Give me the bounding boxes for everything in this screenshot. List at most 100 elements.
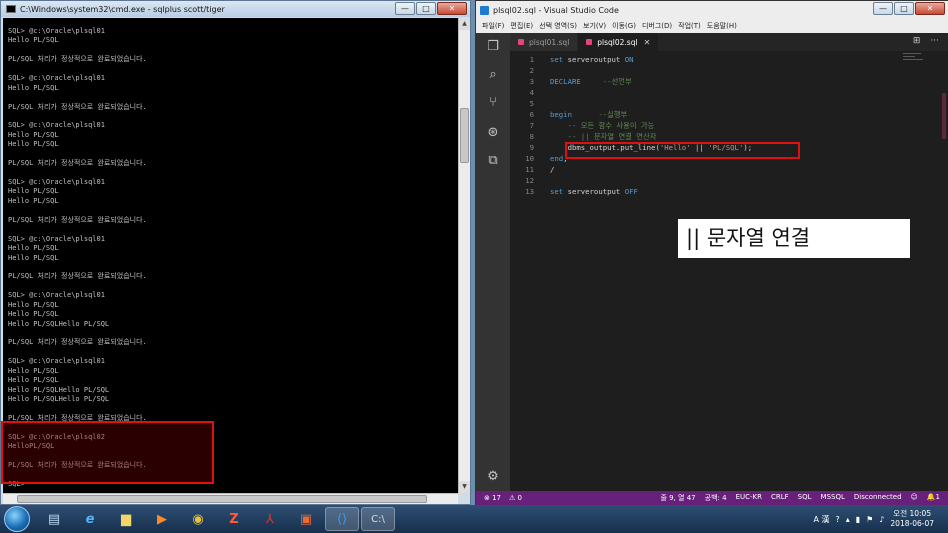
- code-line[interactable]: 4: [510, 87, 910, 98]
- code-line[interactable]: 8 -- || 문자열 연결 연산자: [510, 131, 910, 142]
- scroll-down-arrow-icon[interactable]: ▼: [459, 481, 470, 493]
- tab-plsql01[interactable]: plsql01.sql: [510, 33, 579, 51]
- menu-item[interactable]: 이동(G): [612, 21, 636, 31]
- status-cursor-position[interactable]: 줄 9, 열 47: [660, 493, 695, 503]
- menu-item[interactable]: 작업(T): [678, 21, 701, 31]
- cmd-minimize-button[interactable]: —: [395, 2, 415, 15]
- extensions-icon[interactable]: ⧉: [485, 153, 501, 169]
- line-number: 3: [529, 77, 534, 86]
- feedback-smiley-icon[interactable]: ☺: [911, 493, 918, 503]
- cmd-vertical-scrollbar[interactable]: ▲ ▼: [458, 18, 470, 493]
- vscode-maximize-button[interactable]: □: [894, 2, 914, 15]
- search-icon[interactable]: ⌕: [485, 67, 501, 83]
- console-line: Hello PL/SQL: [8, 310, 59, 319]
- media-player-icon[interactable]: ▶: [145, 507, 179, 531]
- console-line: Hello PL/SQL: [8, 36, 59, 45]
- settings-gear-icon[interactable]: ⚙: [485, 469, 501, 485]
- explorer-libraries-icon[interactable]: ▤: [37, 507, 71, 531]
- console-line: Hello PL/SQLHello PL/SQL: [8, 385, 110, 394]
- status-language[interactable]: SQL: [798, 493, 812, 503]
- source-control-icon[interactable]: ⑂: [485, 95, 501, 111]
- vscode-minimize-button[interactable]: —: [873, 2, 893, 15]
- minimap[interactable]: [903, 53, 929, 67]
- line-number: 1: [529, 55, 534, 64]
- explorer-icon[interactable]: ❐: [485, 39, 501, 55]
- split-editor-icon[interactable]: ⊞: [913, 36, 921, 46]
- desktop: C:\Windows\system32\cmd.exe - sqlplus sc…: [0, 0, 948, 533]
- scroll-up-arrow-icon[interactable]: ▲: [459, 18, 470, 30]
- menu-item[interactable]: 편집(E): [510, 21, 533, 31]
- status-indent[interactable]: 공백: 4: [705, 493, 727, 503]
- tab-close-icon[interactable]: ✕: [644, 38, 651, 47]
- line-number: 9: [529, 143, 534, 152]
- status-db[interactable]: MSSQL: [821, 493, 845, 503]
- menu-item[interactable]: 디버그(D): [642, 21, 672, 31]
- internet-explorer-icon[interactable]: e: [73, 507, 107, 531]
- menu-item[interactable]: 보기(V): [583, 21, 606, 31]
- code-line[interactable]: 3 DECLARE --선언부: [510, 76, 910, 87]
- code-line[interactable]: 5: [510, 98, 910, 109]
- debug-icon[interactable]: ⊛: [485, 125, 501, 141]
- clock[interactable]: 오전 10:05 2018-06-07: [890, 509, 934, 529]
- console-line: Hello PL/SQL: [8, 187, 59, 196]
- slideshow-app-icon[interactable]: ▣: [289, 507, 323, 531]
- vscode-app-icon: [480, 5, 489, 15]
- menu-item[interactable]: 선택 영역(S): [539, 21, 577, 31]
- status-bar: ⊗ 17 ⚠ 0 줄 9, 열 47 공백: 4 EUC-KR CRLF SQL…: [476, 491, 948, 505]
- line-number: 8: [529, 132, 534, 141]
- action-center-flag-icon[interactable]: ⚑: [866, 515, 873, 524]
- code-line[interactable]: 11 /: [510, 164, 910, 175]
- status-connection[interactable]: Disconnected: [854, 493, 902, 503]
- code-editor[interactable]: 1 set serveroutput ON 2 3 DECLARE --선언부 4 5 6 be…: [510, 51, 948, 491]
- code-line[interactable]: 2: [510, 65, 910, 76]
- cmd-taskbar-icon[interactable]: C:\: [361, 507, 395, 531]
- filezilla-icon[interactable]: Z: [217, 507, 251, 531]
- vscode-menubar: 파일(F) 편집(E) 선택 영역(S) 보기(V) 이동(G) 디버그(D) 작업(T) 도…: [476, 19, 948, 33]
- cmd-maximize-button[interactable]: □: [416, 2, 436, 15]
- volume-icon[interactable]: ♪: [879, 515, 884, 524]
- chrome-icon[interactable]: ◉: [181, 507, 215, 531]
- network-icon[interactable]: ▮: [856, 515, 860, 524]
- cmd-titlebar[interactable]: C:\Windows\system32\cmd.exe - sqlplus sc…: [1, 1, 470, 17]
- cmd-horizontal-scrollbar[interactable]: [3, 493, 458, 504]
- show-hidden-icons-icon[interactable]: ▴: [846, 515, 850, 524]
- code-token: -- || 문자열 연결 연산자: [567, 132, 657, 141]
- code-line[interactable]: 1 set serveroutput ON: [510, 54, 910, 65]
- file-explorer-folder-icon[interactable]: ▆: [109, 507, 143, 531]
- menu-item[interactable]: 파일(F): [482, 21, 504, 31]
- editor-scrollbar-marker: [942, 93, 946, 139]
- status-eol[interactable]: CRLF: [771, 493, 789, 503]
- cmd-close-button[interactable]: ✕: [437, 2, 467, 15]
- cmd-title: C:\Windows\system32\cmd.exe - sqlplus sc…: [20, 4, 225, 14]
- acrobat-icon[interactable]: ⅄: [253, 507, 287, 531]
- tab-plsql02[interactable]: plsql02.sql ✕: [578, 33, 660, 51]
- vscode-taskbar-icon[interactable]: ⟨⟩: [325, 507, 359, 531]
- status-encoding[interactable]: EUC-KR: [736, 493, 762, 503]
- status-warnings[interactable]: ⚠ 0: [509, 494, 522, 502]
- console-line: SQL> @c:\Oracle\plsql01: [8, 27, 105, 35]
- clock-date: 2018-06-07: [890, 519, 934, 528]
- vscode-close-button[interactable]: ✕: [915, 2, 945, 15]
- console-line: Hello PL/SQL: [8, 130, 59, 139]
- code-line[interactable]: 6 begin --실행부: [510, 109, 910, 120]
- console-line: SQL> @c:\Oracle\plsql01: [8, 291, 105, 300]
- vscode-titlebar[interactable]: plsql02.sql - Visual Studio Code — □ ✕: [476, 1, 948, 19]
- scroll-thumb[interactable]: [460, 108, 469, 163]
- tab-label: plsql02.sql: [597, 37, 638, 47]
- code-line[interactable]: 13 set serveroutput OFF: [510, 186, 910, 197]
- hscroll-thumb[interactable]: [17, 495, 427, 503]
- start-button[interactable]: [4, 506, 30, 532]
- help-icon[interactable]: ?: [835, 515, 839, 524]
- menu-item[interactable]: 도움말(H): [707, 21, 737, 31]
- more-actions-icon[interactable]: ···: [930, 36, 939, 46]
- language-bar[interactable]: A 漢: [813, 514, 829, 525]
- notification-bell-icon[interactable]: 🔔1: [927, 493, 940, 503]
- code-line[interactable]: 7 -- 모든 함수 사용이 가능: [510, 120, 910, 131]
- status-errors[interactable]: ⊗ 17: [484, 494, 501, 502]
- code-token: set: [550, 187, 568, 196]
- system-tray: A 漢 ? ▴ ▮ ⚑ ♪ 오전 10:05 2018-06-07: [813, 505, 948, 533]
- code-line[interactable]: 12: [510, 175, 910, 186]
